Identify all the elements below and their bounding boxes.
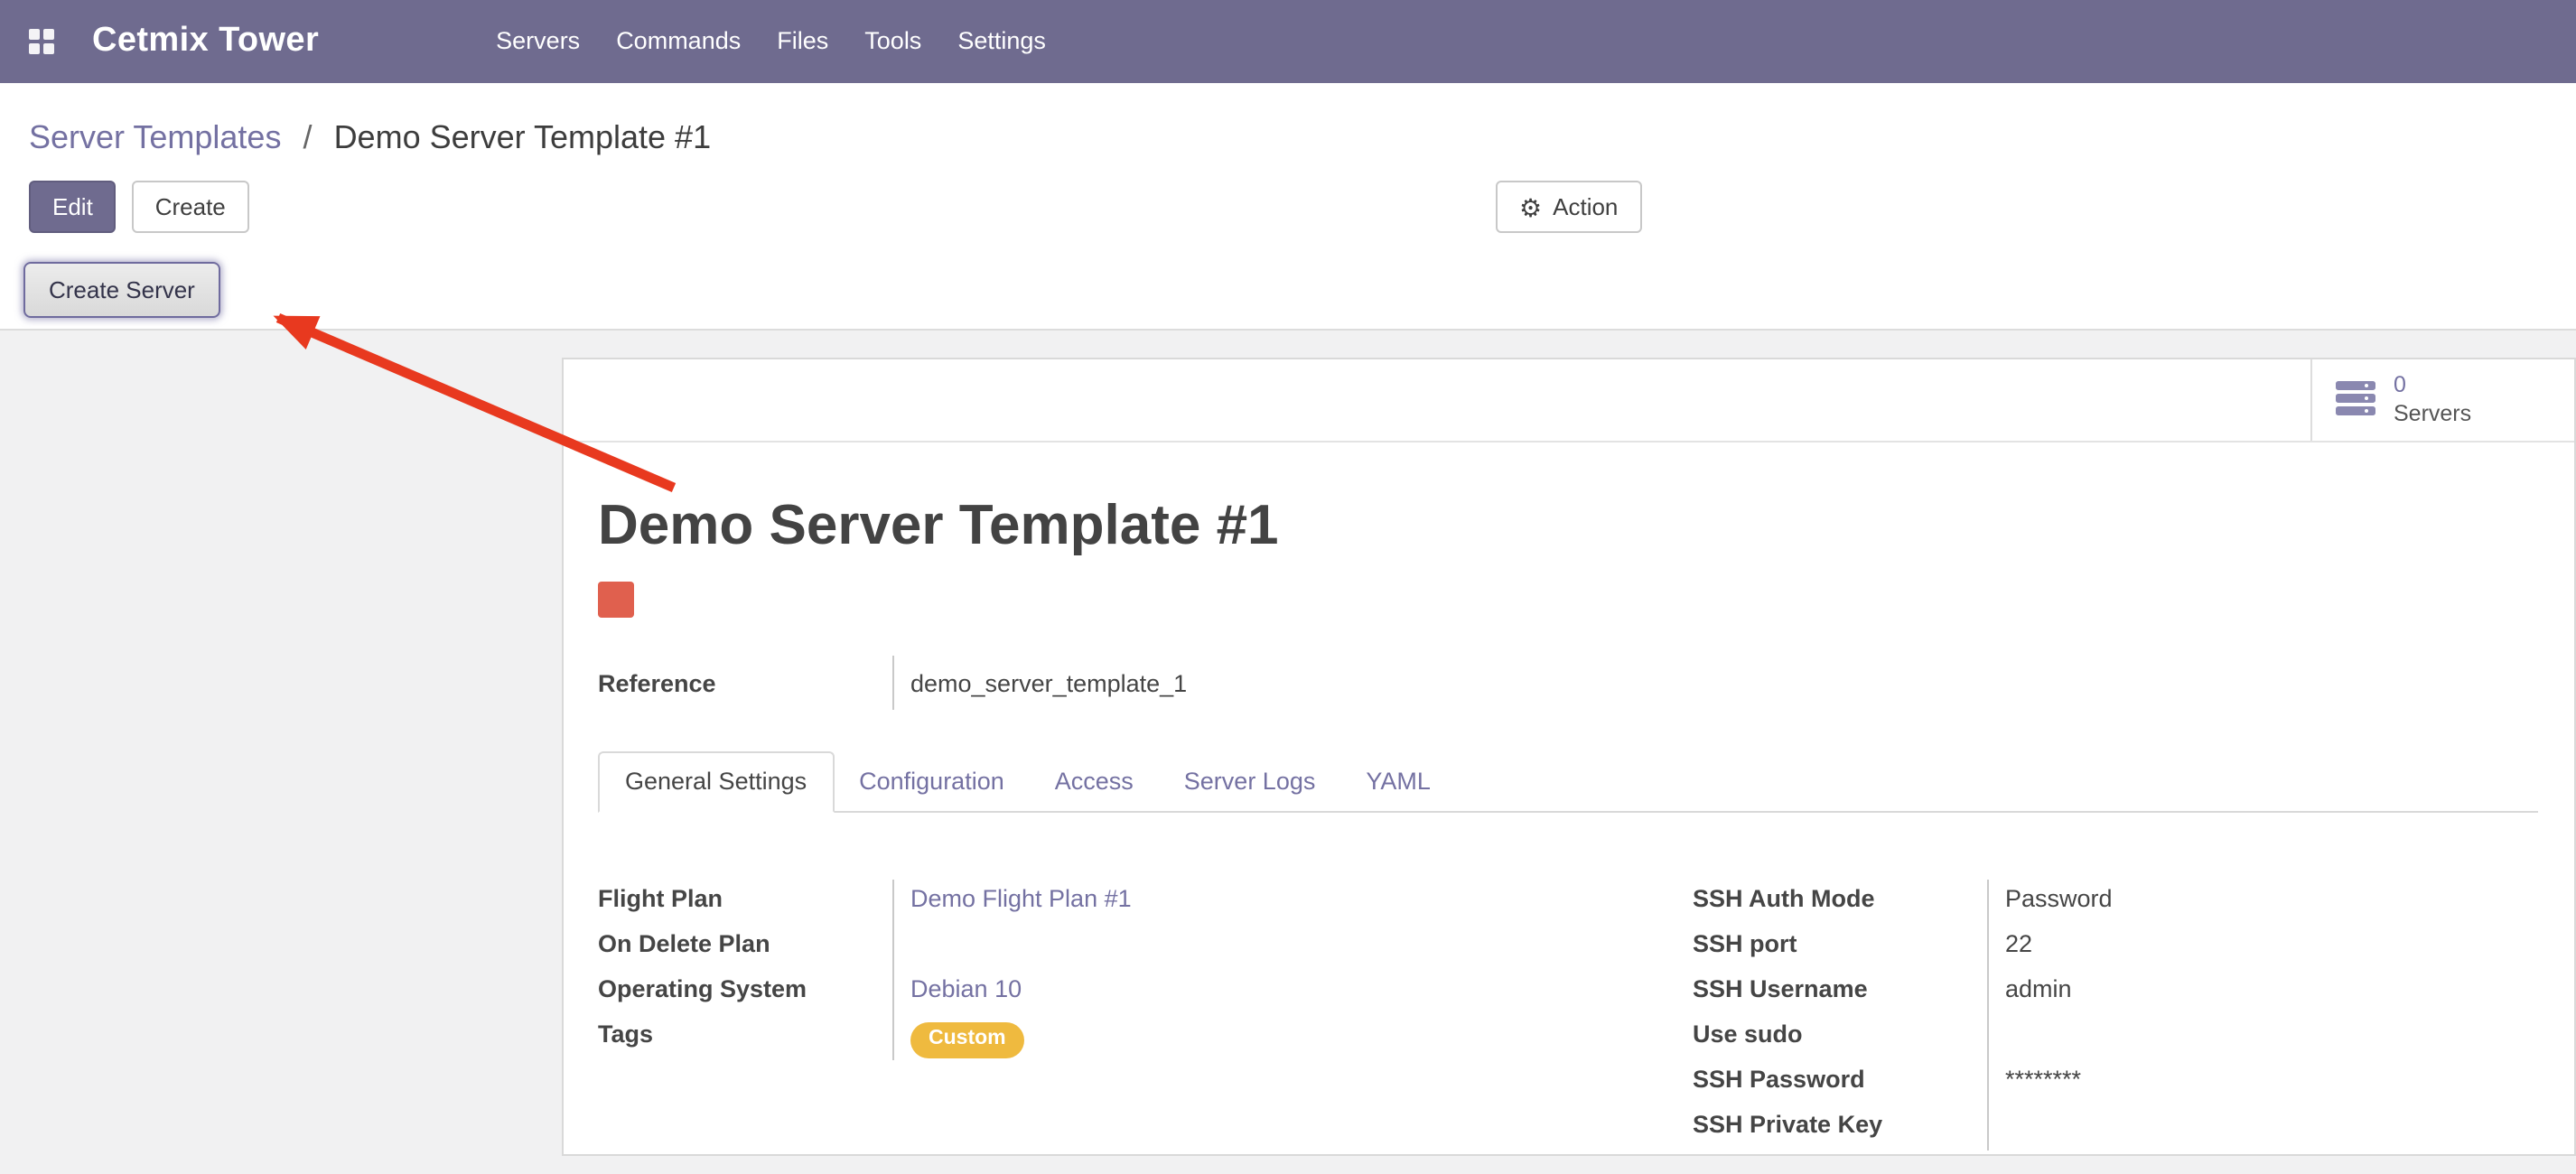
- app-window: Cetmix Tower Servers Commands Files Tool…: [0, 0, 2576, 1174]
- tab-yaml[interactable]: YAML: [1340, 751, 1456, 811]
- servers-icon: [2334, 378, 2377, 422]
- field-value: demo_server_template_1: [894, 656, 1187, 710]
- field-label: On Delete Plan: [598, 925, 894, 970]
- field-label: SSH Private Key: [1693, 1105, 1989, 1151]
- field-value: Password: [1989, 880, 2113, 925]
- sheet-body: Demo Server Template #1 Reference demo_s…: [564, 443, 2574, 1151]
- field-row-ssh-password: SSH Password ********: [1693, 1060, 2538, 1105]
- field-row-flight-plan: Flight Plan Demo Flight Plan #1: [598, 880, 1693, 925]
- field-row-ssh-private-key: SSH Private Key: [1693, 1105, 2538, 1151]
- color-swatch: [598, 582, 634, 618]
- field-row-tags: Tags Custom: [598, 1015, 1693, 1060]
- field-row-ssh-auth-mode: SSH Auth Mode Password: [1693, 880, 2538, 925]
- breadcrumb-parent-link[interactable]: Server Templates: [29, 119, 281, 155]
- gear-icon: ⚙: [1519, 194, 1542, 219]
- field-row-operating-system: Operating System Debian 10: [598, 970, 1693, 1015]
- field-row-on-delete-plan: On Delete Plan: [598, 925, 1693, 970]
- apps-grid-square: [29, 29, 40, 40]
- stat-button-box: 0 Servers: [564, 359, 2574, 443]
- operating-system-link[interactable]: Debian 10: [894, 970, 1022, 1015]
- field-value: [894, 925, 910, 970]
- field-label: Use sudo: [1693, 1015, 1989, 1060]
- field-value: Custom: [894, 1015, 1024, 1060]
- field-label: SSH port: [1693, 925, 1989, 970]
- form-group-left: Flight Plan Demo Flight Plan #1 On Delet…: [598, 880, 1693, 1151]
- tab-configuration[interactable]: Configuration: [834, 751, 1030, 811]
- field-row-ssh-username: SSH Username admin: [1693, 970, 2538, 1015]
- field-label: SSH Password: [1693, 1060, 1989, 1105]
- field-label: SSH Username: [1693, 970, 1989, 1015]
- breadcrumb-current: Demo Server Template #1: [334, 119, 712, 155]
- apps-grid-square: [29, 43, 40, 54]
- status-bar: Create Server: [0, 244, 2576, 331]
- control-panel: Edit Create ⚙ Action: [0, 157, 2576, 244]
- brand-title[interactable]: Cetmix Tower: [92, 22, 319, 61]
- field-value: 22: [1989, 925, 2032, 970]
- field-value: admin: [1989, 970, 2072, 1015]
- menu-item-tools[interactable]: Tools: [846, 0, 939, 83]
- notebook-tabs: General Settings Configuration Access Se…: [598, 751, 2538, 813]
- tag-badge: Custom: [910, 1022, 1024, 1058]
- tab-server-logs[interactable]: Server Logs: [1159, 751, 1341, 811]
- menu-item-commands[interactable]: Commands: [598, 0, 759, 83]
- tab-access[interactable]: Access: [1030, 751, 1159, 811]
- menu-item-settings[interactable]: Settings: [939, 0, 1064, 83]
- top-navbar: Cetmix Tower Servers Commands Files Tool…: [0, 0, 2576, 83]
- main-menu: Servers Commands Files Tools Settings: [478, 0, 1064, 83]
- field-label: SSH Auth Mode: [1693, 880, 1989, 925]
- apps-grid-square: [43, 43, 54, 54]
- breadcrumb: Server Templates / Demo Server Template …: [0, 83, 2576, 157]
- content-area: 0 Servers Demo Server Template #1 Refere…: [0, 331, 2576, 1174]
- edit-button[interactable]: Edit: [29, 181, 117, 233]
- servers-stat-button[interactable]: 0 Servers: [2310, 359, 2574, 441]
- field-row-ssh-port: SSH port 22: [1693, 925, 2538, 970]
- field-label: Reference: [598, 656, 894, 710]
- field-label: Flight Plan: [598, 880, 894, 925]
- field-row-use-sudo: Use sudo: [1693, 1015, 2538, 1060]
- menu-item-servers[interactable]: Servers: [478, 0, 598, 83]
- tab-general-settings[interactable]: General Settings: [598, 751, 834, 813]
- stat-label: Servers: [2394, 400, 2471, 428]
- stat-text: 0 Servers: [2394, 372, 2471, 429]
- field-label: Tags: [598, 1015, 894, 1060]
- field-value: [1989, 1015, 2005, 1060]
- flight-plan-link[interactable]: Demo Flight Plan #1: [894, 880, 1132, 925]
- stat-count: 0: [2394, 372, 2471, 400]
- general-settings-page: Flight Plan Demo Flight Plan #1 On Delet…: [598, 880, 2538, 1151]
- field-value: [1989, 1105, 2005, 1151]
- create-button[interactable]: Create: [132, 181, 249, 233]
- breadcrumb-separator: /: [303, 119, 313, 155]
- field-label: Operating System: [598, 970, 894, 1015]
- field-value: ********: [1989, 1060, 2081, 1105]
- apps-menu-icon[interactable]: [29, 29, 54, 54]
- form-group-right: SSH Auth Mode Password SSH port 22 SSH U…: [1693, 880, 2538, 1151]
- apps-grid-square: [43, 29, 54, 40]
- field-row-reference: Reference demo_server_template_1: [598, 656, 1693, 710]
- create-server-button[interactable]: Create Server: [23, 262, 220, 318]
- form-sheet: 0 Servers Demo Server Template #1 Refere…: [562, 358, 2576, 1156]
- action-button-label: Action: [1553, 193, 1618, 220]
- action-button[interactable]: ⚙ Action: [1496, 181, 1641, 233]
- menu-item-files[interactable]: Files: [759, 0, 846, 83]
- record-title: Demo Server Template #1: [598, 493, 2538, 558]
